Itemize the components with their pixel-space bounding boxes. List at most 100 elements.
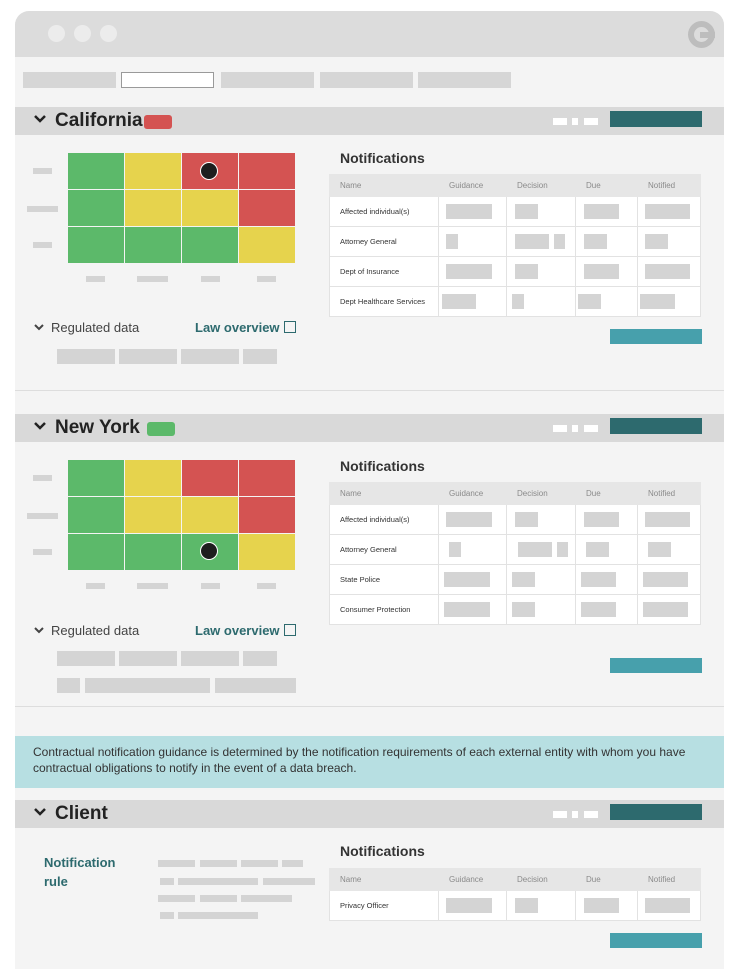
state-name: California (55, 110, 143, 131)
axis-label (27, 206, 58, 212)
col-header: Due (575, 174, 638, 197)
axis-label (86, 583, 105, 589)
table-row[interactable]: Dept Healthcare Services (329, 286, 701, 317)
rule-text (160, 878, 174, 885)
regulated-data-label: Regulated data (51, 320, 140, 335)
data-tag (243, 349, 277, 364)
header-control[interactable] (553, 811, 567, 818)
table-row[interactable]: Attorney General (329, 226, 701, 257)
axis-label (257, 583, 276, 589)
header-control[interactable] (572, 811, 578, 818)
header-action-button[interactable] (610, 804, 702, 820)
regulated-data-toggle[interactable]: Regulated data (33, 320, 139, 335)
window-maximize-dot[interactable] (100, 25, 117, 42)
axis-label (33, 242, 52, 248)
tab-5[interactable] (418, 72, 511, 88)
col-header: Decision (506, 868, 576, 891)
header-control[interactable] (584, 118, 598, 125)
col-header: Name (329, 482, 439, 505)
law-overview-link[interactable]: Law overview (195, 623, 296, 638)
rule-text (241, 895, 292, 902)
col-header: Decision (506, 174, 576, 197)
rule-text (158, 895, 195, 902)
axis-label (27, 513, 58, 519)
app-window: California Regulated data Law overview N… (15, 11, 724, 969)
chevron-down-icon[interactable] (33, 807, 47, 817)
table-row[interactable]: Dept of Insurance (329, 256, 701, 287)
external-link-icon (283, 321, 296, 333)
axis-label (33, 168, 52, 174)
notifications-table: Name Guidance Decision Due Notified Affected… (329, 482, 701, 625)
rule-text (200, 860, 237, 867)
state-name: New York (55, 417, 140, 438)
header-control[interactable] (584, 811, 598, 818)
regulated-data-toggle[interactable]: Regulated data (33, 623, 139, 638)
tab-1[interactable] (23, 72, 116, 88)
chevron-down-icon (34, 627, 44, 634)
col-header: Name (329, 868, 439, 891)
notifications-title: Notifications (340, 150, 425, 166)
client-name: Client (55, 803, 108, 824)
data-tag (85, 678, 210, 693)
risk-marker[interactable] (200, 162, 218, 180)
law-overview-label: Law overview (195, 320, 280, 335)
window-close-dot[interactable] (48, 25, 65, 42)
rule-text (158, 860, 195, 867)
table-row[interactable]: Attorney General (329, 534, 701, 565)
axis-label (33, 549, 52, 555)
risk-badge (144, 115, 172, 129)
section-header-new-york[interactable]: New York (15, 414, 724, 442)
tab-3[interactable] (221, 72, 314, 88)
header-action-button[interactable] (610, 111, 702, 127)
table-row[interactable]: Affected individual(s) (329, 504, 701, 535)
rule-text (241, 860, 278, 867)
table-row[interactable]: Privacy Officer (329, 890, 701, 921)
table-row[interactable]: State Police (329, 564, 701, 595)
chevron-down-icon[interactable] (33, 421, 47, 431)
section-header-client[interactable]: Client (15, 800, 724, 828)
risk-badge (147, 422, 175, 436)
section-header-california[interactable]: California (15, 107, 724, 135)
rule-text (282, 860, 303, 867)
header-action-button[interactable] (610, 418, 702, 434)
risk-marker[interactable] (200, 542, 218, 560)
axis-label (33, 475, 52, 481)
table-row[interactable]: Affected individual(s) (329, 196, 701, 227)
law-overview-link[interactable]: Law overview (195, 320, 296, 335)
header-control[interactable] (572, 425, 578, 432)
rule-text (178, 878, 258, 885)
header-control[interactable] (553, 118, 567, 125)
header-control[interactable] (584, 425, 598, 432)
regulated-data-label: Regulated data (51, 623, 140, 638)
col-header: Guidance (438, 482, 507, 505)
rule-text (160, 912, 174, 919)
data-tag (57, 651, 115, 666)
add-notification-button[interactable] (610, 933, 702, 948)
header-control[interactable] (572, 118, 578, 125)
axis-label (137, 276, 168, 282)
external-link-icon (283, 624, 296, 636)
header-control[interactable] (553, 425, 567, 432)
data-tag (181, 651, 239, 666)
chevron-down-icon[interactable] (33, 114, 47, 124)
col-header: Due (575, 482, 638, 505)
add-notification-button[interactable] (610, 658, 702, 673)
data-tag (57, 349, 115, 364)
axis-label (201, 583, 220, 589)
tab-4[interactable] (320, 72, 413, 88)
notifications-table: Name Guidance Decision Due Notified Privacy … (329, 868, 701, 921)
title-bar (15, 11, 724, 57)
axis-label (257, 276, 276, 282)
add-notification-button[interactable] (610, 329, 702, 344)
law-overview-label: Law overview (195, 623, 280, 638)
axis-label (137, 583, 168, 589)
rule-text (178, 912, 258, 919)
window-minimize-dot[interactable] (74, 25, 91, 42)
col-header: Guidance (438, 868, 507, 891)
col-header: Notified (637, 868, 701, 891)
col-header: Notified (637, 174, 701, 197)
table-row[interactable]: Consumer Protection (329, 594, 701, 625)
notification-rule-label: Notification rule (44, 855, 116, 889)
tab-2-active[interactable] (121, 72, 214, 88)
data-tag (119, 651, 177, 666)
